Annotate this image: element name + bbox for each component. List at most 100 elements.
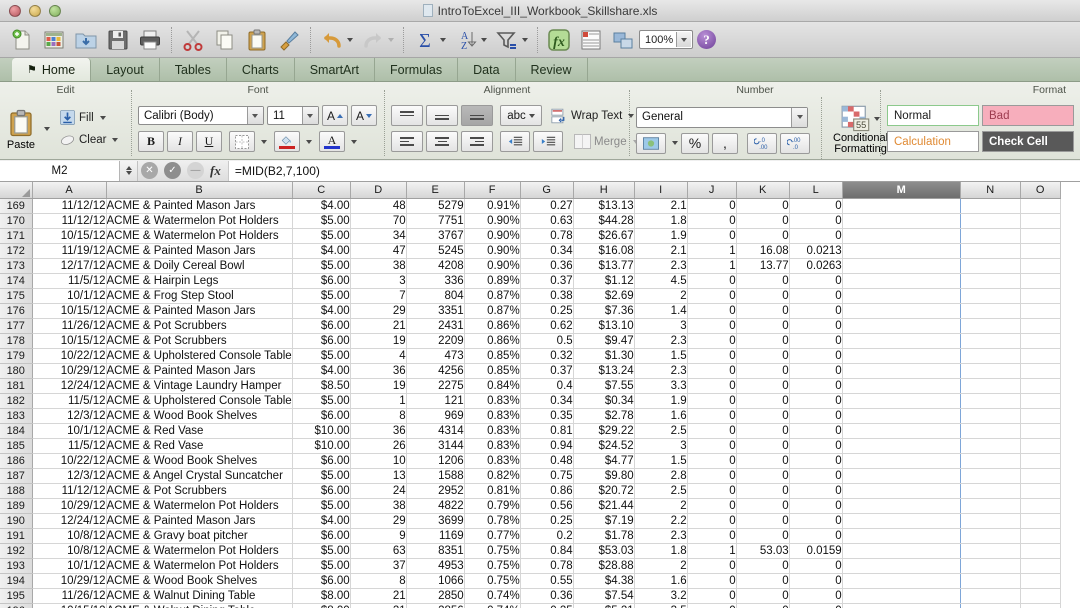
cell-J183[interactable]: 0 xyxy=(687,408,736,423)
cell-L195[interactable]: 0 xyxy=(789,588,842,603)
cell-E195[interactable]: 2850 xyxy=(406,588,464,603)
cell-M181[interactable] xyxy=(842,378,960,393)
cell-C176[interactable]: $4.00 xyxy=(292,303,350,318)
cell-D194[interactable]: 8 xyxy=(350,573,406,588)
cell-O187[interactable] xyxy=(1020,468,1060,483)
cell-F173[interactable]: 0.90% xyxy=(464,258,520,273)
cell-I171[interactable]: 1.9 xyxy=(634,228,687,243)
cell-F192[interactable]: 0.75% xyxy=(464,543,520,558)
cell-J190[interactable]: 0 xyxy=(687,513,736,528)
cell-B179[interactable]: ACME & Upholstered Console Table xyxy=(106,348,292,363)
cell-I193[interactable]: 2 xyxy=(634,558,687,573)
cell-F187[interactable]: 0.82% xyxy=(464,468,520,483)
cell-I196[interactable]: 3.5 xyxy=(634,603,687,608)
cell-A196[interactable]: 10/15/12 xyxy=(32,603,106,608)
cell-F196[interactable]: 0.74% xyxy=(464,603,520,608)
grow-font-button[interactable]: A xyxy=(322,105,348,126)
cell-H189[interactable]: $21.44 xyxy=(573,498,634,513)
row-header-181[interactable]: 181 xyxy=(0,378,32,393)
chevron-down-icon[interactable] xyxy=(100,116,106,120)
cell-H187[interactable]: $9.80 xyxy=(573,468,634,483)
cell-G184[interactable]: 0.81 xyxy=(520,423,573,438)
cell-B176[interactable]: ACME & Painted Mason Jars xyxy=(106,303,292,318)
wrap-text-button[interactable]: Wrap Text xyxy=(551,108,634,124)
align-center-button[interactable] xyxy=(426,131,458,152)
cell-A193[interactable]: 10/1/12 xyxy=(32,558,106,573)
cell-O186[interactable] xyxy=(1020,453,1060,468)
cell-B182[interactable]: ACME & Upholstered Console Table xyxy=(106,393,292,408)
cell-N183[interactable] xyxy=(960,408,1020,423)
cell-A191[interactable]: 10/8/12 xyxy=(32,528,106,543)
cell-J177[interactable]: 0 xyxy=(687,318,736,333)
cell-A170[interactable]: 11/12/12 xyxy=(32,213,106,228)
cell-D182[interactable]: 1 xyxy=(350,393,406,408)
cell-H177[interactable]: $13.10 xyxy=(573,318,634,333)
column-header-g[interactable]: G xyxy=(520,182,573,198)
cell-D190[interactable]: 29 xyxy=(350,513,406,528)
cell-H188[interactable]: $20.72 xyxy=(573,483,634,498)
cell-F175[interactable]: 0.87% xyxy=(464,288,520,303)
column-header-n[interactable]: N xyxy=(960,182,1020,198)
cell-F188[interactable]: 0.81% xyxy=(464,483,520,498)
cell-F191[interactable]: 0.77% xyxy=(464,528,520,543)
cell-L171[interactable]: 0 xyxy=(789,228,842,243)
row-header-172[interactable]: 172 xyxy=(0,243,32,258)
cell-N176[interactable] xyxy=(960,303,1020,318)
cell-D191[interactable]: 9 xyxy=(350,528,406,543)
cell-A172[interactable]: 11/19/12 xyxy=(32,243,106,258)
cell-O175[interactable] xyxy=(1020,288,1060,303)
cell-C175[interactable]: $5.00 xyxy=(292,288,350,303)
font-name-input[interactable]: Calibri (Body) xyxy=(138,106,264,125)
zoom-input[interactable]: 100% xyxy=(639,30,693,49)
cell-K179[interactable]: 0 xyxy=(736,348,789,363)
cell-E194[interactable]: 1066 xyxy=(406,573,464,588)
cell-I175[interactable]: 2 xyxy=(634,288,687,303)
cell-J169[interactable]: 0 xyxy=(687,198,736,213)
cell-C195[interactable]: $8.00 xyxy=(292,588,350,603)
cell-K184[interactable]: 0 xyxy=(736,423,789,438)
cell-M170[interactable] xyxy=(842,213,960,228)
row-header-173[interactable]: 173 xyxy=(0,258,32,273)
cell-A194[interactable]: 10/29/12 xyxy=(32,573,106,588)
cell-L173[interactable]: 0.0263 xyxy=(789,258,842,273)
save-button[interactable] xyxy=(102,25,134,55)
italic-button[interactable]: I xyxy=(167,131,193,152)
underline-button[interactable]: U xyxy=(196,131,222,152)
cell-E192[interactable]: 8351 xyxy=(406,543,464,558)
cell-E184[interactable]: 4314 xyxy=(406,423,464,438)
row-header-175[interactable]: 175 xyxy=(0,288,32,303)
cell-L194[interactable]: 0 xyxy=(789,573,842,588)
row-header-176[interactable]: 176 xyxy=(0,303,32,318)
cell-C188[interactable]: $6.00 xyxy=(292,483,350,498)
tab-tables[interactable]: Tables xyxy=(160,58,227,81)
style-calculation-button[interactable]: Calculation xyxy=(887,131,979,152)
cell-G193[interactable]: 0.78 xyxy=(520,558,573,573)
style-check-cell-button[interactable]: Check Cell xyxy=(982,131,1074,152)
currency-format-button[interactable] xyxy=(636,133,666,154)
cell-M178[interactable] xyxy=(842,333,960,348)
cell-L185[interactable]: 0 xyxy=(789,438,842,453)
cell-H182[interactable]: $0.34 xyxy=(573,393,634,408)
cell-M189[interactable] xyxy=(842,498,960,513)
cell-K182[interactable]: 0 xyxy=(736,393,789,408)
cell-F171[interactable]: 0.90% xyxy=(464,228,520,243)
cell-E190[interactable]: 3699 xyxy=(406,513,464,528)
column-header-f[interactable]: F xyxy=(464,182,520,198)
cell-K176[interactable]: 0 xyxy=(736,303,789,318)
number-format-dropdown[interactable] xyxy=(791,108,807,127)
cell-N193[interactable] xyxy=(960,558,1020,573)
cell-G179[interactable]: 0.32 xyxy=(520,348,573,363)
cell-H179[interactable]: $1.30 xyxy=(573,348,634,363)
cell-E179[interactable]: 473 xyxy=(406,348,464,363)
cell-O178[interactable] xyxy=(1020,333,1060,348)
cell-C178[interactable]: $6.00 xyxy=(292,333,350,348)
cut-button[interactable] xyxy=(177,25,209,55)
row-header-178[interactable]: 178 xyxy=(0,333,32,348)
column-header-k[interactable]: K xyxy=(736,182,789,198)
spreadsheet-grid[interactable]: ABCDEFGHIJKLMNO 16911/12/12ACME & Painte… xyxy=(0,182,1080,608)
cell-K178[interactable]: 0 xyxy=(736,333,789,348)
align-middle-button[interactable] xyxy=(426,105,458,126)
cell-O176[interactable] xyxy=(1020,303,1060,318)
cell-O195[interactable] xyxy=(1020,588,1060,603)
cell-J179[interactable]: 0 xyxy=(687,348,736,363)
